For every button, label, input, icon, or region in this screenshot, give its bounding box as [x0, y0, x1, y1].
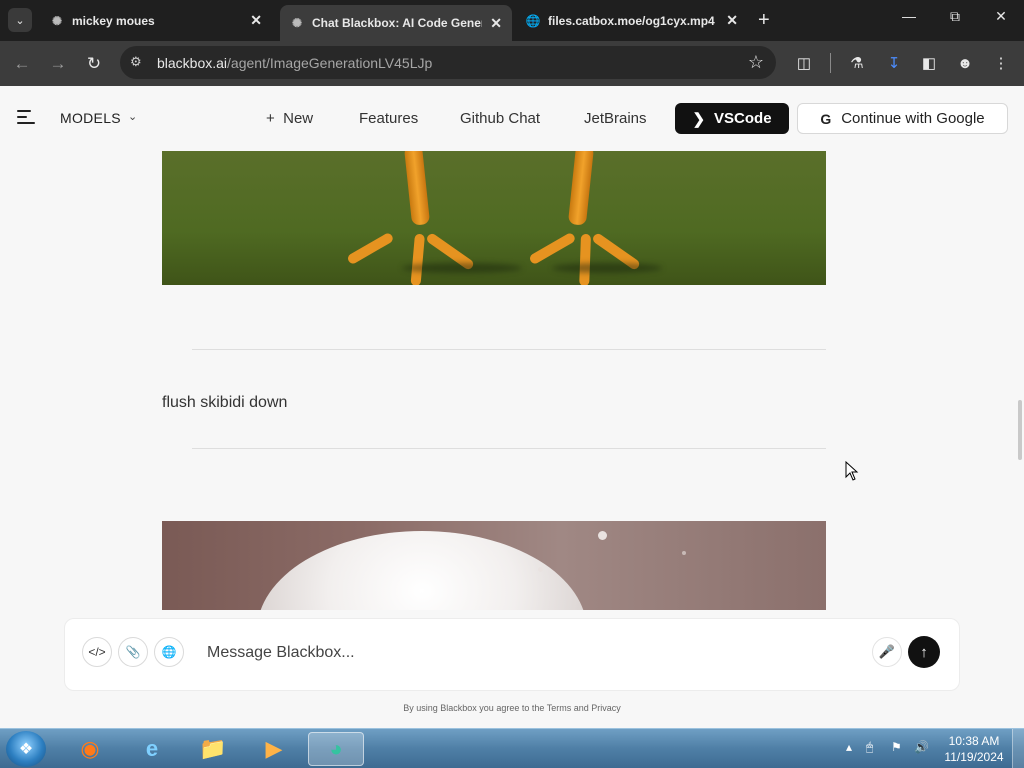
firefox-icon: ◉	[80, 736, 100, 761]
volume-icon[interactable]: 🔊	[914, 740, 929, 754]
show-desktop-button[interactable]	[1012, 729, 1024, 768]
download-icon[interactable]: ↧	[883, 52, 905, 74]
code-button[interactable]: </>	[82, 637, 112, 667]
close-tab-icon[interactable]: ✕	[250, 12, 262, 29]
google-label: Continue with Google	[841, 110, 985, 127]
globe-icon: 🌐	[525, 13, 541, 28]
taskbar-file-explorer[interactable]: 📁	[185, 732, 241, 766]
labs-flask-icon[interactable]: ⚗	[846, 52, 868, 74]
page-scrollbar[interactable]	[1018, 400, 1022, 460]
tab-title: files.catbox.moe/og1cyx.mp4	[548, 13, 715, 28]
vscode-label: VSCode	[714, 110, 772, 127]
voice-input-button[interactable]: 🎤	[872, 637, 902, 667]
new-chat-label: New	[283, 110, 314, 127]
show-hidden-icons-arrow[interactable]: ▴	[846, 740, 852, 754]
arrow-left-icon: ←	[13, 54, 31, 73]
url-path: /agent/ImageGenerationLV45LJp	[227, 55, 433, 71]
microphone-icon: 🎤	[878, 644, 896, 659]
features-link[interactable]: Features	[359, 110, 418, 127]
message-input[interactable]	[207, 641, 847, 665]
tab-title: Chat Blackbox: AI Code Generation	[312, 16, 483, 30]
tab-mickey-moues[interactable]: ✺ mickey moues ✕	[40, 4, 272, 37]
arrow-up-icon: ↑	[920, 643, 928, 661]
browser-toolbar: ← → ↻ ⚙ blackbox.ai/agent/ImageGeneratio…	[0, 41, 1024, 86]
toolbar-separator	[830, 53, 831, 73]
taskbar-firefox[interactable]: ◉	[62, 732, 118, 766]
clock-date: 11/19/2024	[944, 750, 1004, 764]
reload-icon: ↻	[86, 54, 102, 73]
sidebar-menu-icon[interactable]	[17, 110, 35, 124]
url-text[interactable]: blackbox.ai/agent/ImageGenerationLV45LJp	[157, 55, 432, 71]
reload-button[interactable]: ↻	[82, 52, 106, 76]
side-panel-icon[interactable]: ◧	[918, 52, 940, 74]
tab-chat-blackbox[interactable]: ✺ Chat Blackbox: AI Code Generation ✕	[280, 5, 512, 41]
vscode-icon: ❯	[692, 110, 706, 128]
media-player-icon: ▶	[265, 736, 283, 761]
site-header: MODELS ⌄ + New Features Github Chat JetB…	[0, 86, 1024, 151]
system-clock[interactable]: 10:38 AM 11/19/2024	[940, 733, 1008, 765]
new-chat-link[interactable]: + New	[266, 110, 313, 127]
code-icon: </>	[88, 645, 106, 659]
plus-icon: +	[266, 110, 275, 127]
message-composer: </> 📎 🌐 🎤 ↑	[64, 618, 960, 691]
models-dropdown[interactable]: MODELS	[60, 110, 121, 126]
send-button[interactable]: ↑	[908, 636, 940, 668]
loading-icon: ✺	[291, 16, 303, 30]
bookmark-star-icon[interactable]: ☆	[748, 52, 764, 73]
arrow-right-icon: →	[49, 54, 67, 73]
menu-dots-icon[interactable]: ⋮	[990, 52, 1012, 74]
globe-icon: 🌐	[161, 645, 177, 659]
tab-title: mickey moues	[72, 13, 155, 28]
windows-logo-icon: ❖	[18, 741, 34, 758]
back-button[interactable]: ←	[10, 52, 34, 76]
continue-with-google-button[interactable]: G Continue with Google	[797, 103, 1008, 134]
terms-notice: By using Blackbox you agree to the Terms…	[403, 703, 621, 713]
vscode-button[interactable]: ❯ VSCode	[675, 103, 789, 134]
generated-image-flour[interactable]	[162, 521, 826, 610]
attach-button[interactable]: 📎	[118, 637, 148, 667]
close-tab-icon[interactable]: ✕	[726, 12, 738, 29]
start-button[interactable]: ❖	[6, 731, 46, 767]
browser-tab-bar: ⌄ ✺ mickey moues ✕ ✺ Chat Blackbox: AI C…	[0, 0, 1024, 41]
jetbrains-link[interactable]: JetBrains	[584, 110, 647, 127]
site-settings-icon[interactable]: ⚙	[130, 54, 142, 70]
mouse-cursor-icon	[845, 461, 859, 481]
forward-button[interactable]: →	[46, 52, 70, 76]
windows-taskbar: ❖ ◉ e 📁 ▶ ◕ ▴ 🖱 ⚑ 🔊 10:38 AM 11/19/2024	[0, 728, 1024, 768]
minimize-button[interactable]: —	[897, 8, 921, 24]
network-icon[interactable]: 🖱	[866, 740, 873, 755]
message-divider	[192, 448, 826, 449]
address-bar[interactable]: ⚙ blackbox.ai/agent/ImageGenerationLV45L…	[120, 46, 776, 79]
taskbar-edge[interactable]: ◕	[308, 732, 364, 766]
profile-avatar-icon[interactable]: ☻	[954, 52, 976, 74]
restore-button[interactable]: ⧉	[943, 8, 967, 25]
chevron-down-icon: ⌄	[15, 14, 25, 27]
taskbar-media-player[interactable]: ▶	[246, 732, 302, 766]
url-host: blackbox.ai	[157, 55, 228, 71]
message-divider	[192, 349, 826, 350]
generated-image-chicken[interactable]	[162, 151, 826, 285]
paperclip-icon: 📎	[125, 645, 141, 659]
edge-browser-icon: ◕	[329, 736, 343, 761]
folder-icon: 📁	[199, 736, 227, 761]
web-search-button[interactable]: 🌐	[154, 637, 184, 667]
close-window-button[interactable]: ✕	[989, 8, 1013, 25]
clock-time: 10:38 AM	[948, 734, 1000, 748]
chevron-down-icon[interactable]: ⌄	[128, 110, 137, 123]
close-tab-icon[interactable]: ✕	[490, 15, 502, 32]
action-center-flag-icon[interactable]: ⚑	[891, 740, 902, 754]
new-tab-button[interactable]: +	[758, 9, 770, 31]
taskbar-internet-explorer[interactable]: e	[124, 732, 180, 766]
user-message: flush skibidi down	[162, 394, 288, 411]
tab-search-button[interactable]: ⌄	[8, 8, 32, 32]
google-icon: G	[820, 110, 832, 127]
extensions-icon[interactable]: ◫	[793, 52, 815, 74]
loading-icon: ✺	[51, 13, 63, 28]
github-chat-link[interactable]: Github Chat	[460, 110, 540, 127]
tab-catbox-file[interactable]: 🌐 files.catbox.moe/og1cyx.mp4 ✕	[516, 4, 748, 37]
internet-explorer-icon: e	[145, 736, 159, 761]
